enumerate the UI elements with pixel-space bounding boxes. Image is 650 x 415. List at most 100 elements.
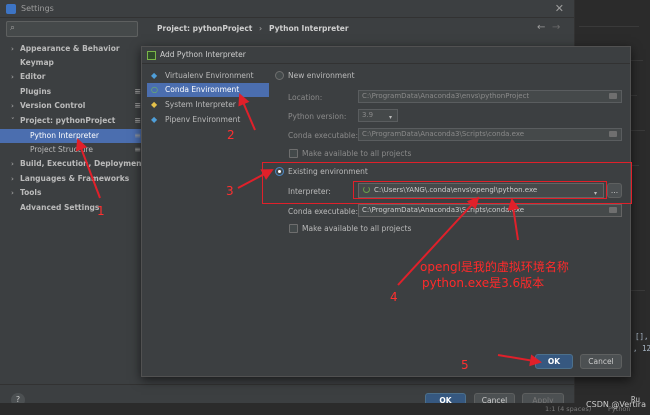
sidebar-item-label: Keymap: [20, 58, 54, 67]
watermark: CSDN @Vertira: [586, 400, 646, 409]
close-icon[interactable]: ✕: [555, 2, 564, 15]
env-item-pipenv-environment[interactable]: ◆ Pipenv Environment: [147, 113, 269, 127]
chevron-down-icon: ▾: [389, 114, 393, 121]
chevron-icon[interactable]: ›: [11, 42, 14, 56]
make-available-label: Make available to all projects: [302, 149, 412, 158]
sidebar-item-advanced-settings[interactable]: Advanced Settings: [0, 201, 145, 215]
annotation-number: 4: [390, 290, 398, 304]
environment-icon: ○: [151, 85, 158, 94]
code-text: [],: [635, 332, 649, 341]
location-value: C:\ProgramData\Anaconda3\envs\pythonProj…: [362, 92, 530, 100]
dialog-ok-button[interactable]: OK: [535, 354, 573, 369]
chevron-icon[interactable]: ›: [11, 70, 14, 84]
env-item-system-interpreter[interactable]: ◆ System Interpreter: [147, 98, 269, 112]
make-available-checkbox[interactable]: [289, 149, 298, 158]
forward-arrow-icon[interactable]: →: [552, 22, 560, 33]
python-version-label: Python version:: [288, 112, 347, 121]
sidebar-item-label: Tools: [20, 188, 42, 197]
python-version-select[interactable]: 3.9 ▾: [358, 109, 398, 122]
conda-executable-value: C:\ProgramData\Anaconda3\Scripts\conda.e…: [362, 130, 525, 138]
status-bar: 1:1 (4 spaces) Python: [0, 403, 650, 415]
chevron-icon[interactable]: ›: [11, 99, 14, 113]
conda-executable-field[interactable]: C:\ProgramData\Anaconda3\Scripts\conda.e…: [358, 204, 622, 217]
chevron-icon[interactable]: ›: [11, 157, 14, 171]
env-item-virtualenv-environment[interactable]: ◆ Virtualenv Environment: [147, 69, 269, 83]
python-version-value: 3.9: [362, 111, 374, 119]
sidebar-item-plugins[interactable]: Plugins ≡: [0, 85, 145, 99]
code-text: , 12: [633, 344, 650, 353]
env-item-conda-environment[interactable]: ○ Conda Environment: [147, 83, 269, 97]
environment-icon: ◆: [151, 100, 158, 109]
sidebar-item-label: Version Control: [20, 101, 86, 110]
new-environment-label: New environment: [288, 71, 355, 80]
folder-icon[interactable]: [609, 207, 617, 213]
env-item-label: Pipenv Environment: [165, 115, 241, 124]
highlight-box: [353, 181, 607, 199]
sidebar-item-keymap[interactable]: Keymap: [0, 56, 145, 70]
chevron-icon[interactable]: ˅: [11, 114, 15, 128]
folder-icon[interactable]: [609, 93, 617, 99]
project-level-icon: ≡: [134, 116, 141, 125]
pycharm-app-icon: [6, 4, 16, 14]
sidebar-item-label: Plugins: [20, 87, 52, 96]
dialog-titlebar: Add Python Interpreter: [142, 47, 630, 64]
sidebar-item-label: Project Structure: [30, 145, 93, 154]
annotation-note: opengl是我的虚拟环境名称: [420, 260, 569, 274]
add-python-interpreter-dialog: Add Python Interpreter ◆ Virtualenv Envir…: [141, 46, 631, 377]
folder-icon[interactable]: [609, 131, 617, 137]
pycharm-icon: [147, 51, 156, 60]
breadcrumb-separator: ›: [259, 24, 263, 33]
sidebar-item-label: Build, Execution, Deployment: [20, 159, 146, 168]
env-item-label: Conda Environment: [165, 85, 240, 94]
sidebar-item-editor[interactable]: › Editor: [0, 70, 145, 84]
annotation-number: 3: [226, 184, 234, 198]
sidebar-item-project-pythonproject[interactable]: ˅ Project: pythonProject ≡: [0, 114, 145, 128]
search-icon: ⌕: [10, 23, 16, 33]
chevron-icon[interactable]: ›: [11, 186, 14, 200]
sidebar-item-label: Project: pythonProject: [20, 116, 116, 125]
sidebar-item-label: Python Interpreter: [30, 131, 99, 140]
sidebar-item-version-control[interactable]: › Version Control ≡: [0, 99, 145, 113]
sidebar-item-build-execution-deployment[interactable]: › Build, Execution, Deployment: [0, 157, 145, 171]
environment-type-list: ◆ Virtualenv Environment ○ Conda Environmen…: [147, 67, 269, 347]
status-indent[interactable]: 1:1 (4 spaces): [545, 405, 591, 413]
project-level-icon: ≡: [134, 145, 141, 154]
environment-icon: ◆: [151, 115, 158, 124]
new-environment-radio[interactable]: [275, 71, 284, 80]
annotation-note: python.exe是3.6版本: [422, 276, 545, 290]
env-item-label: System Interpreter: [165, 100, 236, 109]
breadcrumb-project[interactable]: Project: pythonProject: [157, 24, 252, 33]
sidebar-item-tools[interactable]: › Tools: [0, 186, 145, 200]
dialog-cancel-button[interactable]: Cancel: [580, 354, 622, 369]
dialog-title: Add Python Interpreter: [160, 50, 246, 59]
location-field[interactable]: C:\ProgramData\Anaconda3\envs\pythonProj…: [358, 90, 622, 103]
breadcrumb-page: Python Interpreter: [269, 24, 349, 33]
window-title: Settings: [21, 4, 54, 13]
sidebar-item-label: Advanced Settings: [20, 203, 100, 212]
annotation-number: 5: [461, 358, 469, 372]
settings-tree: › Appearance & Behavior Keymap › Editor Plugi…: [0, 40, 145, 380]
conda-executable-label: Conda executable:: [288, 131, 359, 140]
chevron-icon[interactable]: ›: [11, 172, 14, 186]
conda-executable-value: C:\ProgramData\Anaconda3\Scripts\conda.e…: [362, 206, 525, 214]
conda-executable-field[interactable]: C:\ProgramData\Anaconda3\Scripts\conda.e…: [358, 128, 622, 141]
annotation-number: 1: [97, 204, 105, 218]
sidebar-item-label: Editor: [20, 72, 46, 81]
sidebar-item-label: Appearance & Behavior: [20, 44, 120, 53]
back-arrow-icon[interactable]: ←: [537, 22, 545, 33]
divider: [579, 26, 639, 27]
conda-executable-label: Conda executable:: [288, 207, 359, 216]
environment-icon: ◆: [151, 71, 158, 80]
sidebar-item-python-interpreter[interactable]: Python Interpreter ≡: [0, 129, 145, 143]
project-level-icon: ≡: [134, 131, 141, 140]
settings-search-input[interactable]: ⌕: [6, 21, 138, 37]
settings-titlebar: Settings ✕: [0, 0, 574, 18]
sidebar-item-project-structure[interactable]: Project Structure ≡: [0, 143, 145, 157]
sidebar-item-label: Languages & Frameworks: [20, 174, 130, 183]
sidebar-item-appearance-behavior[interactable]: › Appearance & Behavior: [0, 42, 145, 56]
project-level-icon: ≡: [134, 101, 141, 110]
sidebar-item-languages-frameworks[interactable]: › Languages & Frameworks: [0, 172, 145, 186]
annotation-number: 2: [227, 128, 235, 142]
make-available-checkbox[interactable]: [289, 224, 298, 233]
project-level-icon: ≡: [134, 87, 141, 96]
